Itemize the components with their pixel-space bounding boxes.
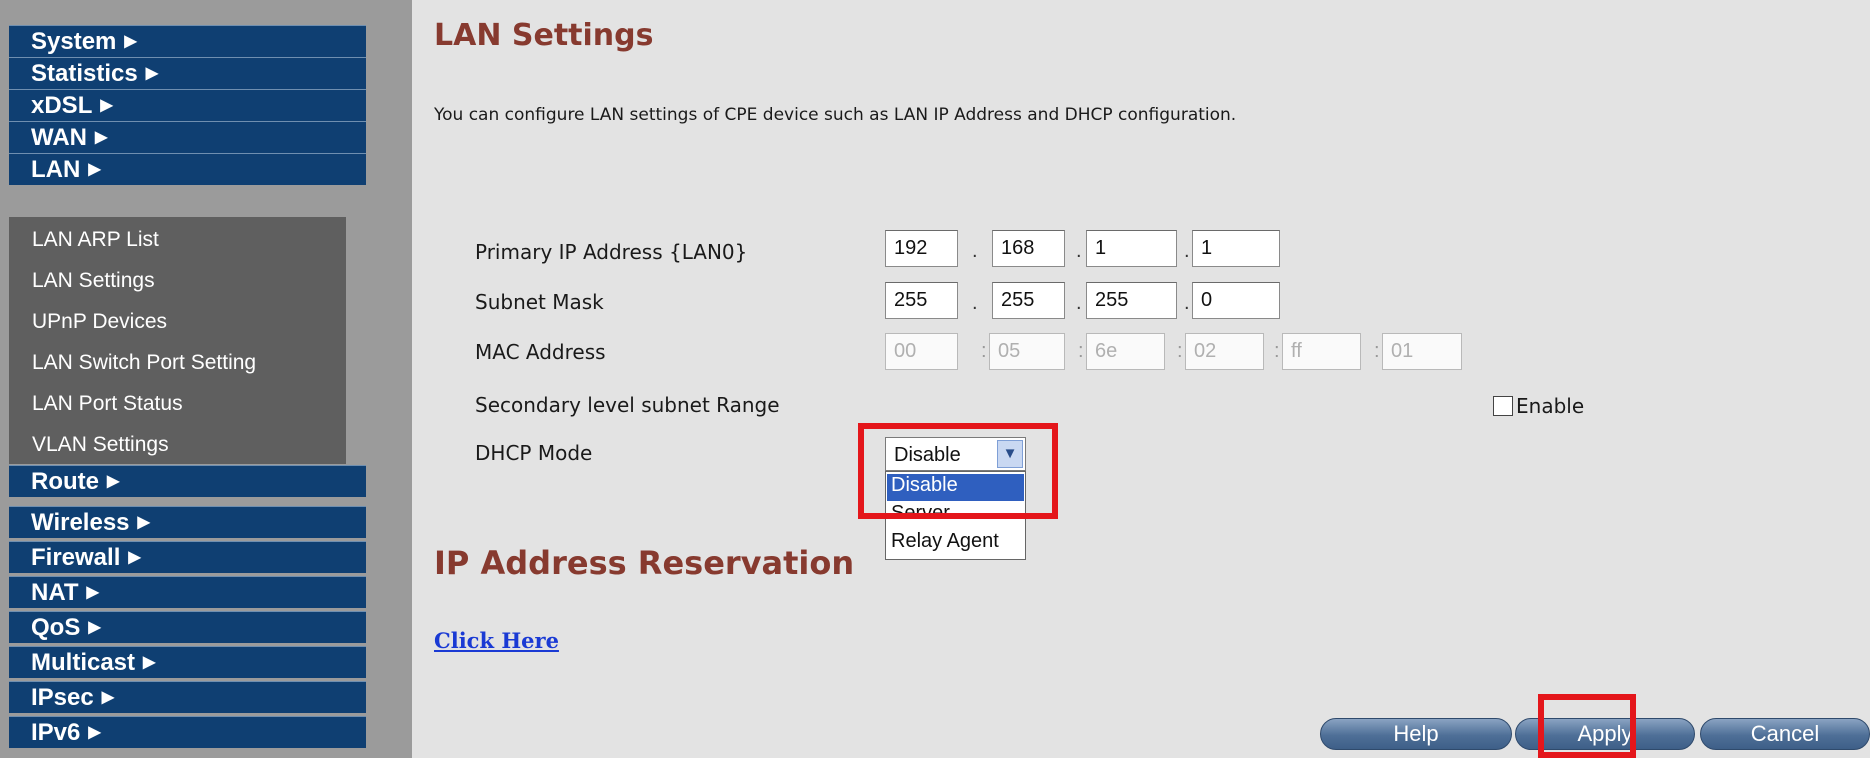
nav-wireless[interactable]: Wireless ▶: [9, 506, 366, 538]
subnav-lan-settings[interactable]: LAN Settings: [32, 269, 155, 293]
nav-label: IPsec: [31, 684, 94, 711]
primary-ip-octet-3[interactable]: 1: [1086, 230, 1177, 267]
click-here-link[interactable]: Click Here: [434, 628, 559, 653]
mac-separator: :: [1078, 340, 1084, 362]
apply-highlight-box: [1538, 694, 1636, 758]
arrow-right-icon: ▶: [137, 514, 150, 531]
nav-label: NAT: [31, 579, 79, 606]
arrow-right-icon: ▶: [88, 619, 101, 636]
subnav-vlan-settings[interactable]: VLAN Settings: [32, 433, 169, 457]
subnet-mask-octet-3[interactable]: 255: [1086, 282, 1177, 319]
subnet-mask-label: Subnet Mask: [475, 290, 604, 314]
subnet-mask-octet-2[interactable]: 255: [992, 282, 1065, 319]
nav-ipsec[interactable]: IPsec ▶: [9, 681, 366, 713]
sidebar: System ▶ Statistics ▶ xDSL ▶ WAN ▶ LAN ▶ LAN …: [0, 0, 412, 758]
mac-separator: :: [1274, 340, 1280, 362]
mac-address-label: MAC Address: [475, 340, 606, 364]
nav-label: Route: [31, 468, 99, 495]
nav-route[interactable]: Route ▶: [9, 465, 366, 497]
arrow-right-icon: ▶: [95, 129, 108, 146]
nav-lan[interactable]: LAN ▶: [9, 153, 366, 185]
ip-separator: .: [1184, 292, 1190, 314]
arrow-right-icon: ▶: [143, 654, 156, 671]
nav-qos[interactable]: QoS ▶: [9, 611, 366, 643]
dhcp-option-relay-agent[interactable]: Relay Agent: [887, 530, 1024, 557]
nav-wan[interactable]: WAN ▶: [9, 121, 366, 153]
nav-label: WAN: [31, 124, 87, 151]
ip-separator: .: [972, 240, 978, 262]
nav-label: Wireless: [31, 509, 130, 536]
primary-ip-octet-2[interactable]: 168: [992, 230, 1065, 267]
dhcp-mode-label: DHCP Mode: [475, 441, 593, 465]
primary-ip-label: Primary IP Address {LAN0}: [475, 240, 748, 264]
secondary-subnet-label: Secondary level subnet Range: [475, 393, 780, 417]
mac-octet-6: 01: [1382, 333, 1462, 370]
enable-label: Enable: [1516, 394, 1585, 418]
ip-separator: .: [1076, 240, 1082, 262]
mac-octet-4: 02: [1185, 333, 1264, 370]
reservation-title: IP Address Reservation: [434, 544, 855, 582]
main-content: LAN Settings You can configure LAN setti…: [412, 0, 1870, 758]
arrow-right-icon: ▶: [100, 97, 113, 114]
nav-label: Multicast: [31, 649, 136, 676]
ip-separator: .: [1076, 292, 1082, 314]
nav-label: System: [31, 28, 117, 55]
nav-nat[interactable]: NAT ▶: [9, 576, 366, 608]
ip-separator: .: [1184, 240, 1190, 262]
mac-separator: :: [1177, 340, 1183, 362]
nav-firewall[interactable]: Firewall ▶: [9, 541, 366, 573]
secondary-subnet-enable-checkbox[interactable]: [1493, 396, 1513, 416]
mac-separator: :: [981, 340, 987, 362]
page-title: LAN Settings: [434, 18, 654, 53]
nav-label: QoS: [31, 614, 81, 641]
nav-label: Firewall: [31, 544, 121, 571]
subnet-mask-octet-4[interactable]: 0: [1192, 282, 1280, 319]
nav-multicast[interactable]: Multicast ▶: [9, 646, 366, 678]
mac-octet-5: ff: [1282, 333, 1361, 370]
arrow-right-icon: ▶: [128, 549, 141, 566]
mac-octet-2: 05: [989, 333, 1065, 370]
nav-label: IPv6: [31, 719, 81, 746]
page-description: You can configure LAN settings of CPE de…: [434, 105, 1237, 125]
ip-separator: .: [972, 292, 978, 314]
subnav-upnp-devices[interactable]: UPnP Devices: [32, 310, 167, 334]
arrow-right-icon: ▶: [107, 473, 120, 490]
subnet-mask-octet-1[interactable]: 255: [885, 282, 958, 319]
lan-submenu: LAN ARP List LAN Settings UPnP Devices L…: [9, 217, 346, 464]
subnav-lan-port-status[interactable]: LAN Port Status: [32, 392, 183, 416]
dhcp-highlight-box: [858, 423, 1058, 519]
arrow-right-icon: ▶: [86, 584, 99, 601]
arrow-right-icon: ▶: [88, 724, 101, 741]
mac-octet-1: 00: [885, 333, 958, 370]
nav-label: Statistics: [31, 60, 138, 87]
mac-octet-3: 6e: [1086, 333, 1165, 370]
subnav-lan-arp-list[interactable]: LAN ARP List: [32, 228, 159, 252]
help-button[interactable]: Help: [1320, 718, 1512, 750]
nav-statistics[interactable]: Statistics ▶: [9, 57, 366, 89]
nav-xdsl[interactable]: xDSL ▶: [9, 89, 366, 121]
mac-separator: :: [1374, 340, 1380, 362]
arrow-right-icon: ▶: [88, 161, 101, 178]
nav-system[interactable]: System ▶: [9, 25, 366, 57]
primary-ip-octet-1[interactable]: 192: [885, 230, 958, 267]
nav-label: xDSL: [31, 92, 93, 119]
arrow-right-icon: ▶: [124, 33, 137, 50]
cancel-button[interactable]: Cancel: [1700, 718, 1870, 750]
arrow-right-icon: ▶: [145, 65, 159, 82]
primary-ip-octet-4[interactable]: 1: [1192, 230, 1280, 267]
nav-ipv6[interactable]: IPv6 ▶: [9, 716, 366, 748]
subnav-lan-switch-port-setting[interactable]: LAN Switch Port Setting: [32, 351, 256, 375]
arrow-right-icon: ▶: [101, 689, 115, 706]
nav-label: LAN: [31, 156, 81, 183]
